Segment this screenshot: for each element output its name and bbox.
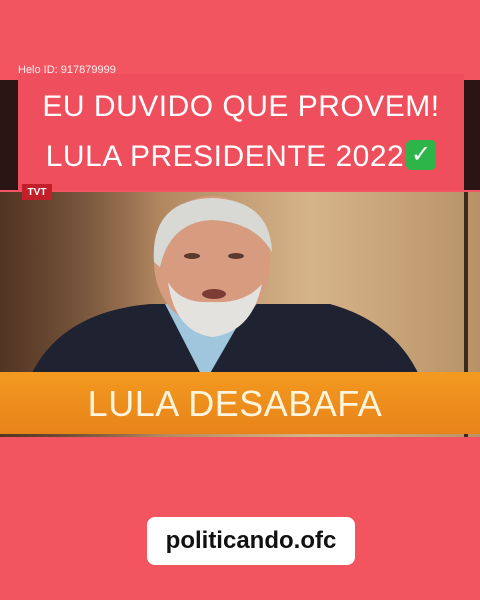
app-watermark: Helo ID: 917879999 <box>18 64 116 76</box>
check-mark-icon: ✓ <box>406 140 437 171</box>
headline-line-2: LULA PRESIDENTE 2022 ✓ <box>18 132 464 182</box>
headline-line-1: EU DUVIDO QUE PROVEM! <box>42 90 440 123</box>
headline-line-2-text: LULA PRESIDENTE 2022 <box>45 140 405 173</box>
banner-text: LULA DESABAFA <box>87 383 383 424</box>
tvt-logo: TVT <box>22 184 52 200</box>
headline-box: EU DUVIDO QUE PROVEM! LULA PRESIDENTE 20… <box>18 74 464 190</box>
account-handle[interactable]: politicando.ofc <box>147 517 355 565</box>
